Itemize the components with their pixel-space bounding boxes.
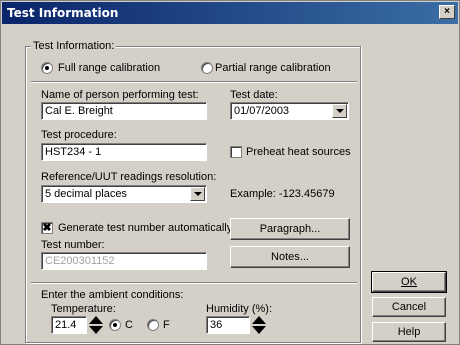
humidity-value: 36 <box>210 319 223 331</box>
help-button-label: Help <box>397 326 421 338</box>
test-number-value: CE200301152 <box>45 255 115 267</box>
resolution-value: 5 decimal places <box>45 188 127 200</box>
paragraph-button-label: Paragraph... <box>259 223 321 235</box>
notes-button[interactable]: Notes... <box>230 246 350 268</box>
chevron-down-icon[interactable] <box>190 187 205 201</box>
preheat-checkbox[interactable] <box>230 146 242 158</box>
temperature-input[interactable]: 21.4 <box>51 316 87 334</box>
full-range-radio[interactable] <box>41 62 53 74</box>
close-icon: × <box>444 6 450 17</box>
procedure-label: Test procedure: <box>41 129 117 141</box>
help-button[interactable]: Help <box>372 322 446 342</box>
window-title: Test Information <box>7 6 119 20</box>
cancel-button-label: Cancel <box>391 301 427 313</box>
separator-bottom <box>31 282 357 284</box>
unit-f-label: F <box>163 319 170 331</box>
person-input[interactable]: Cal E. Breight <box>41 102 207 120</box>
spin-down-icon[interactable] <box>252 326 266 334</box>
cancel-button[interactable]: Cancel <box>372 297 446 317</box>
group-legend: Test Information: <box>31 40 117 52</box>
temperature-value: 21.4 <box>55 319 77 331</box>
unit-c-label: C <box>125 319 133 331</box>
unit-f-radio[interactable] <box>147 319 159 331</box>
temperature-label: Temperature: <box>51 303 116 315</box>
preheat-label: Preheat heat sources <box>246 146 351 158</box>
person-label: Name of person performing test: <box>41 89 199 101</box>
partial-range-label: Partial range calibration <box>215 62 331 74</box>
humidity-spinner[interactable] <box>252 316 267 334</box>
check-icon: ✖ <box>42 222 52 234</box>
test-number-input[interactable]: CE200301152 <box>41 252 207 270</box>
test-date-picker[interactable]: 01/07/2003 <box>230 102 349 120</box>
person-value: Cal E. Breight <box>45 105 113 117</box>
ok-button[interactable]: OK <box>371 271 447 293</box>
generate-label: Generate test number automatically <box>58 222 233 234</box>
spin-up-icon[interactable] <box>252 316 266 324</box>
resolution-label: Reference/UUT readings resolution: <box>41 171 217 183</box>
humidity-input[interactable]: 36 <box>206 316 250 334</box>
spin-down-icon[interactable] <box>89 326 103 334</box>
chevron-down-icon[interactable] <box>332 104 347 118</box>
procedure-value: HST234 - 1 <box>45 146 102 158</box>
notes-button-label: Notes... <box>271 251 309 263</box>
procedure-input[interactable]: HST234 - 1 <box>41 143 207 161</box>
separator-top <box>31 81 357 83</box>
title-bar: Test Information × <box>2 2 458 24</box>
partial-range-radio[interactable] <box>201 62 213 74</box>
temperature-spinner[interactable] <box>89 316 104 334</box>
humidity-label: Humidity (%): <box>206 303 273 315</box>
close-button[interactable]: × <box>439 5 455 19</box>
generate-checkbox[interactable]: ✖ <box>41 222 53 234</box>
resolution-select[interactable]: 5 decimal places <box>41 185 207 203</box>
test-date-label: Test date: <box>230 89 278 101</box>
full-range-label: Full range calibration <box>58 62 161 74</box>
test-date-value: 01/07/2003 <box>234 105 290 117</box>
spin-up-icon[interactable] <box>89 316 103 324</box>
unit-c-radio[interactable] <box>109 319 121 331</box>
resolution-example: Example: -123.45679 <box>230 188 335 200</box>
paragraph-button[interactable]: Paragraph... <box>230 218 350 240</box>
test-number-label: Test number: <box>41 239 105 251</box>
ok-button-label: OK <box>401 276 417 288</box>
test-information-dialog: Test Information × Test Information: Ful… <box>0 0 460 345</box>
ambient-label: Enter the ambient conditions: <box>41 289 184 301</box>
